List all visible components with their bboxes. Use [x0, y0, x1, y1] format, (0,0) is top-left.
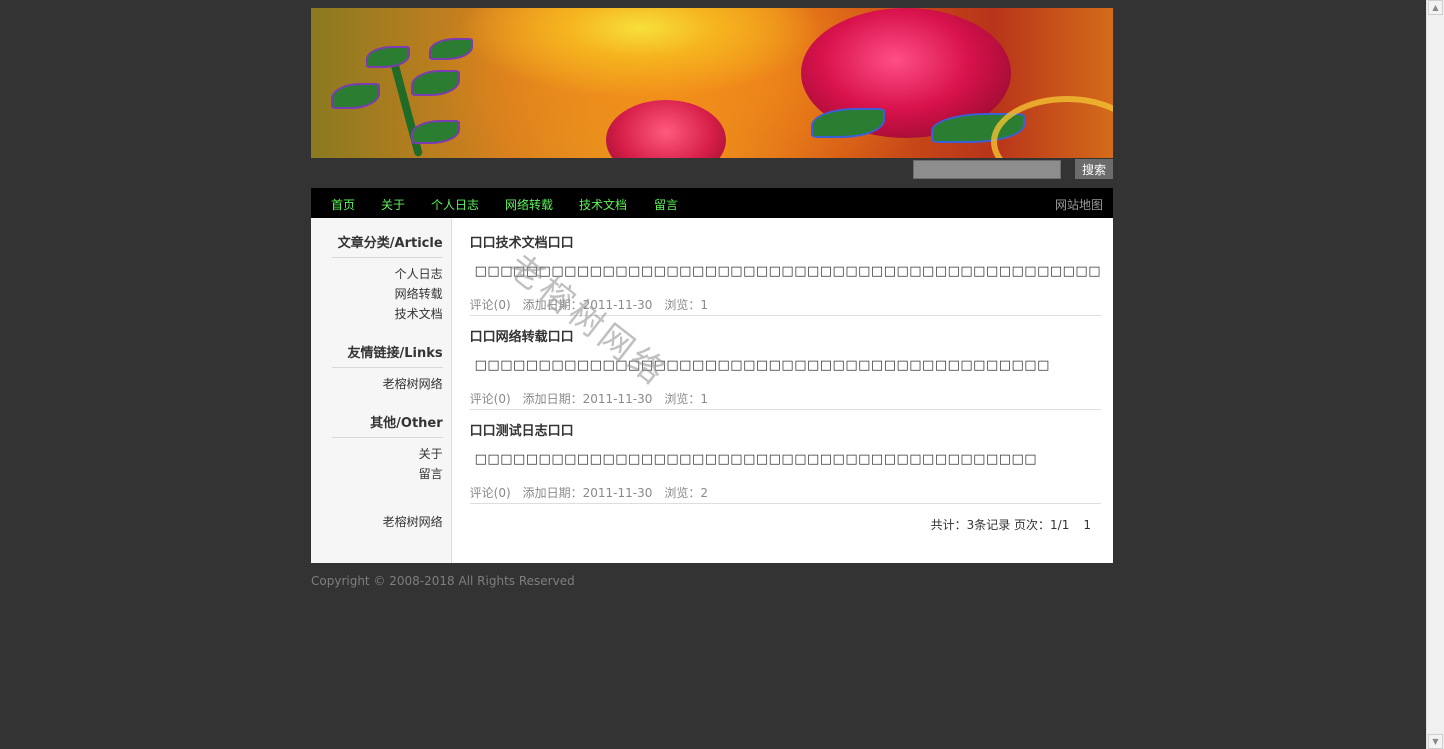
- ring-graphic: [991, 96, 1113, 158]
- post-date: 添加日期：2011-11-30: [522, 392, 653, 406]
- sitemap-link[interactable]: 网站地图: [1055, 196, 1103, 213]
- post-excerpt: □□□□□□□□□□□□□□□□□□□□□□□□□□□□□□□□□□□□□□□□…: [474, 452, 1038, 467]
- small-rose-graphic: [606, 100, 726, 158]
- post-views: 浏览：1: [664, 298, 709, 312]
- page-link[interactable]: 1: [1083, 518, 1091, 532]
- sidebar-item-friend-link[interactable]: 老榕树网络: [383, 377, 443, 391]
- search-bar: 搜索: [311, 158, 1113, 188]
- main-nav: 首页 关于 个人日志 网络转载 技术文档 留言 网站地图: [311, 188, 1113, 218]
- post-meta: 评论(0) 添加日期：2011-11-30 浏览：2: [470, 470, 1101, 503]
- nav-item-tech-docs[interactable]: 技术文档: [579, 196, 627, 213]
- leaf-graphic: [411, 70, 460, 96]
- post-title[interactable]: 口口技术文档口口: [470, 218, 1101, 252]
- post-comments[interactable]: 评论(0): [470, 298, 511, 312]
- leaf-graphic: [429, 38, 473, 60]
- nav-item-guestbook[interactable]: 留言: [654, 196, 678, 213]
- sidebar: 文章分类/Article 个人日志 网络转载 技术文档 友情链接/Links 老…: [311, 218, 452, 563]
- header-banner: [311, 8, 1113, 158]
- scroll-up-arrow-icon[interactable]: ▲: [1428, 0, 1443, 15]
- post-date: 添加日期：2011-11-30: [522, 298, 653, 312]
- sidebar-item-tech-docs[interactable]: 技术文档: [395, 307, 443, 321]
- leaf-graphic: [366, 46, 410, 68]
- post-views: 浏览：2: [664, 486, 709, 500]
- search-button[interactable]: 搜索: [1075, 159, 1113, 179]
- post-views: 浏览：1: [664, 392, 709, 406]
- post-meta: 评论(0) 添加日期：2011-11-30 浏览：1: [470, 376, 1101, 409]
- post-title[interactable]: 口口网络转载口口: [470, 316, 1101, 346]
- post-title[interactable]: 口口测试日志口口: [470, 410, 1101, 440]
- page-container: 搜索 首页 关于 个人日志 网络转载 技术文档 留言 网站地图 文章分类/Art…: [311, 8, 1113, 588]
- sidebar-item-personal-log[interactable]: 个人日志: [395, 267, 443, 281]
- post-item: 口口网络转载口口 □□□□□□□□□□□□□□□□□□□□□□□□□□□□□□□…: [469, 316, 1101, 410]
- pagination: 共计：3条记录 页次：1/1 1: [470, 504, 1101, 533]
- search-input[interactable]: [913, 160, 1061, 179]
- sidebar-heading-other: 其他/Other: [332, 394, 443, 438]
- vertical-scrollbar[interactable]: ▲ ▼: [1426, 0, 1444, 749]
- post-item: 口口测试日志口口 □□□□□□□□□□□□□□□□□□□□□□□□□□□□□□□…: [469, 410, 1101, 504]
- sidebar-bottom-link[interactable]: 老榕树网络: [383, 515, 443, 529]
- scroll-down-arrow-icon[interactable]: ▼: [1428, 734, 1443, 749]
- footer-copyright: Copyright © 2008-2018 All Rights Reserve…: [311, 574, 575, 588]
- post-date: 添加日期：2011-11-30: [522, 486, 653, 500]
- sidebar-article-list: 个人日志 网络转载 技术文档: [311, 258, 443, 324]
- sidebar-item-reposts[interactable]: 网络转载: [395, 287, 443, 301]
- post-item: 口口技术文档口口 □□□□□□□□□□□□□□□□□□□□□□□□□□□□□□□…: [469, 218, 1101, 316]
- nav-item-home[interactable]: 首页: [331, 196, 355, 213]
- sidebar-heading-article: 文章分类/Article: [332, 218, 443, 258]
- post-comments[interactable]: 评论(0): [470, 486, 511, 500]
- nav-item-about[interactable]: 关于: [381, 196, 405, 213]
- nav-item-personal-log[interactable]: 个人日志: [431, 196, 479, 213]
- post-list: 口口技术文档口口 □□□□□□□□□□□□□□□□□□□□□□□□□□□□□□□…: [451, 218, 1113, 563]
- sidebar-links-list: 老榕树网络: [311, 368, 443, 394]
- post-comments[interactable]: 评论(0): [470, 392, 511, 406]
- post-excerpt: □□□□□□□□□□□□□□□□□□□□□□□□□□□□□□□□□□□□□□□□…: [474, 264, 1101, 279]
- sidebar-other-list: 关于 留言 老榕树网络: [311, 438, 443, 532]
- sidebar-heading-links: 友情链接/Links: [332, 324, 443, 368]
- post-excerpt: □□□□□□□□□□□□□□□□□□□□□□□□□□□□□□□□□□□□□□□□…: [474, 358, 1050, 373]
- sidebar-item-about[interactable]: 关于: [419, 447, 443, 461]
- sidebar-item-guestbook[interactable]: 留言: [419, 467, 443, 481]
- post-meta: 评论(0) 添加日期：2011-11-30 浏览：1: [470, 282, 1101, 315]
- main-area: 文章分类/Article 个人日志 网络转载 技术文档 友情链接/Links 老…: [311, 218, 1113, 563]
- leaf-graphic: [411, 120, 460, 144]
- nav-item-reposts[interactable]: 网络转载: [505, 196, 553, 213]
- leaf-graphic: [331, 83, 380, 109]
- pagination-summary: 共计：3条记录 页次：1/1: [930, 518, 1070, 532]
